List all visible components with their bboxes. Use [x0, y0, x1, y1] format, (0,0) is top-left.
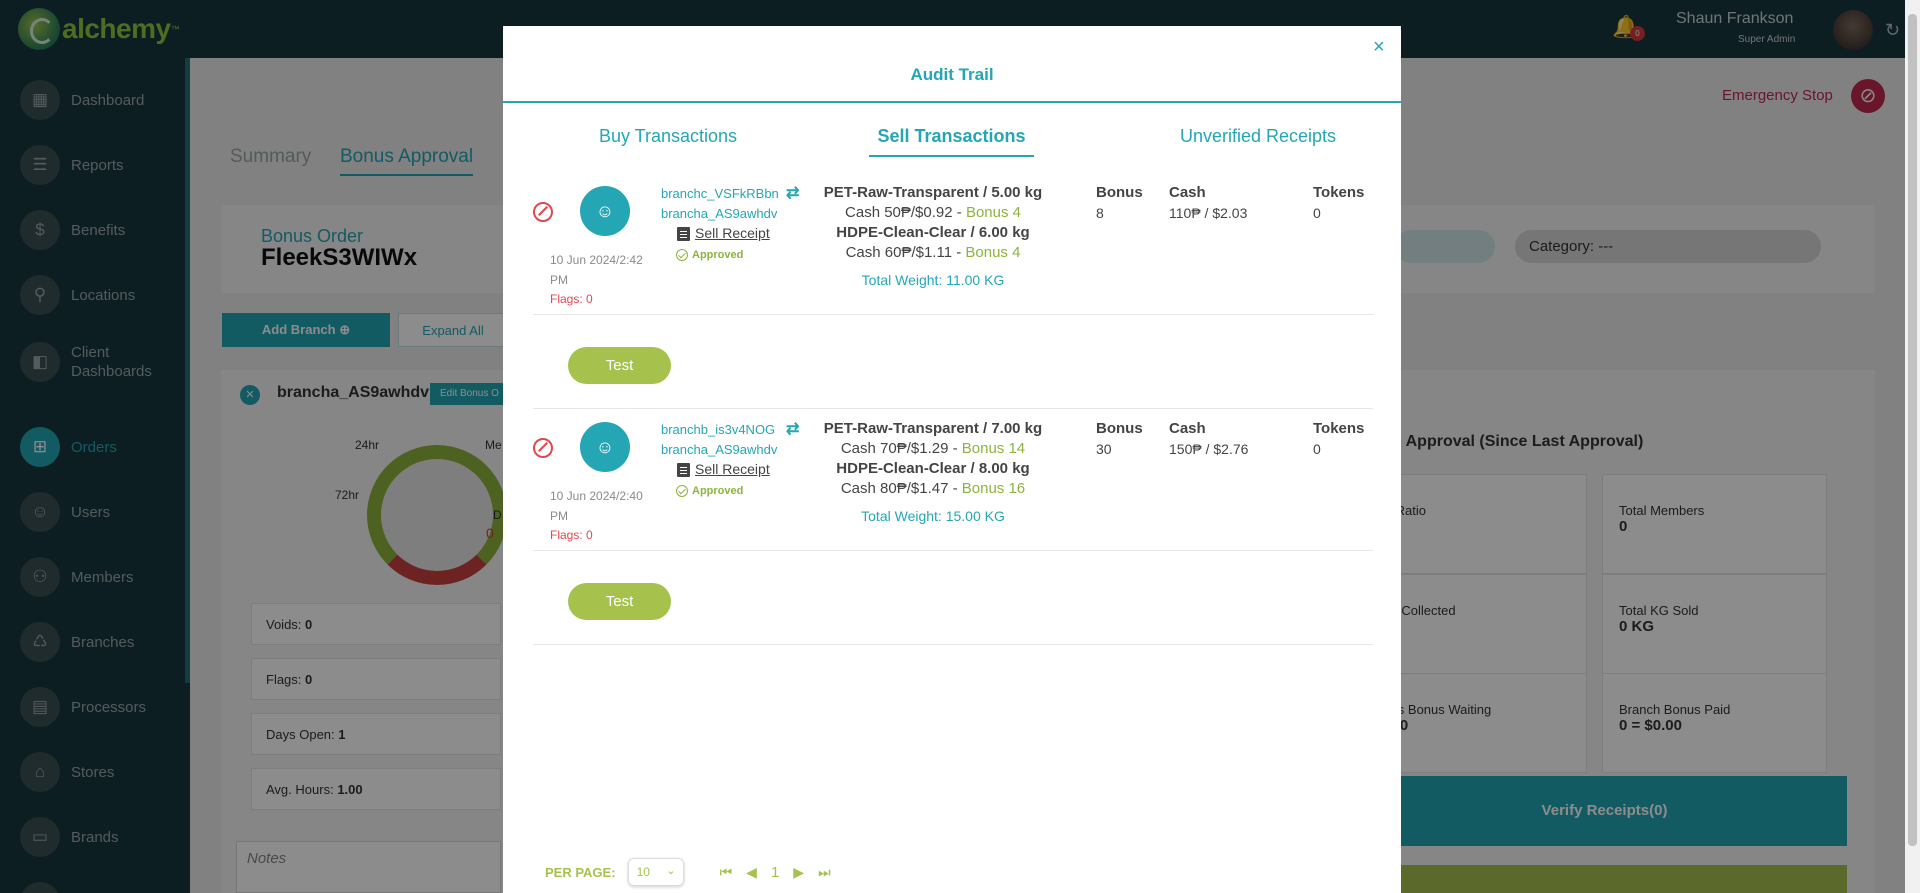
current-page[interactable]: 1	[771, 864, 779, 881]
sell-receipt-link[interactable]: Sell Receipt	[695, 225, 770, 241]
total-weight: Total Weight: 11.00 KG	[861, 272, 1005, 288]
modal-divider	[503, 101, 1401, 103]
user-icon[interactable]: ☺	[580, 186, 630, 236]
audit-trail-modal: × Audit Trail Buy Transactions Sell Tran…	[503, 26, 1401, 893]
status-badge: Approved	[692, 249, 744, 261]
tab-buy-transactions[interactable]: Buy Transactions	[583, 126, 753, 147]
bonus-header: Bonus	[1096, 184, 1143, 201]
tokens-header: Tokens	[1313, 184, 1365, 201]
chevron-down-icon: ⌄	[666, 865, 676, 877]
transaction-date: 10 Jun 2024/2:42 PM	[550, 253, 643, 287]
row-divider	[533, 550, 1373, 551]
material-name: PET-Raw-Transparent / 7.00 kg	[823, 420, 1043, 437]
row-divider	[533, 408, 1373, 409]
swap-icon: ⇄	[786, 185, 800, 202]
cash-value: 110₱ / $2.03	[1169, 205, 1248, 221]
sell-receipt-link[interactable]: Sell Receipt	[695, 461, 770, 477]
material-price: Cash 80₱/$1.47 - Bonus 16	[840, 480, 1026, 497]
receipt-icon	[677, 227, 690, 241]
source-branch-link[interactable]: branchc_VSFkRBbn	[661, 186, 779, 201]
destination-branch-link[interactable]: brancha_AS9awhdv	[661, 206, 777, 221]
check-circle-icon	[676, 249, 688, 261]
material-name: HDPE-Clean-Clear / 6.00 kg	[836, 224, 1030, 241]
row-divider	[533, 314, 1373, 315]
cash-header: Cash	[1169, 420, 1206, 437]
next-page-icon[interactable]: ▶	[793, 864, 804, 881]
tokens-value: 0	[1313, 441, 1321, 457]
bonus-value: 30	[1096, 441, 1112, 457]
void-icon[interactable]	[533, 202, 553, 222]
first-page-icon[interactable]: ⏮	[720, 864, 733, 881]
source-branch-link[interactable]: branchb_is3v4NOG	[661, 422, 775, 437]
cash-value: 150₱ / $2.76	[1169, 441, 1249, 457]
check-circle-icon	[676, 485, 688, 497]
tab-unverified-receipts[interactable]: Unverified Receipts	[1163, 126, 1353, 147]
tokens-header: Tokens	[1313, 420, 1365, 437]
per-page-label: PER PAGE:	[545, 864, 616, 880]
material-name: PET-Raw-Transparent / 5.00 kg	[823, 184, 1043, 201]
close-icon[interactable]: ×	[1373, 36, 1385, 59]
total-weight: Total Weight: 15.00 KG	[861, 508, 1005, 524]
transaction-flags: Flags: 0	[550, 292, 593, 306]
scrollbar-thumb[interactable]	[1908, 14, 1917, 846]
bonus-value: 8	[1096, 205, 1104, 221]
status-badge: Approved	[692, 485, 744, 497]
last-page-icon[interactable]: ⏭	[818, 864, 831, 881]
cash-header: Cash	[1169, 184, 1206, 201]
user-icon[interactable]: ☺	[580, 422, 630, 472]
destination-branch-link[interactable]: brancha_AS9awhdv	[661, 442, 777, 457]
active-tab-underline	[869, 155, 1034, 157]
test-button[interactable]: Test	[568, 347, 671, 384]
tab-sell-transactions[interactable]: Sell Transactions	[869, 126, 1034, 147]
material-price: Cash 60₱/$1.11 - Bonus 4	[845, 244, 1021, 261]
transaction-flags: Flags: 0	[550, 528, 593, 542]
material-price: Cash 70₱/$1.29 - Bonus 14	[840, 440, 1026, 457]
row-divider	[533, 644, 1373, 645]
material-price: Cash 50₱/$0.92 - Bonus 4	[845, 204, 1021, 221]
transaction-date: 10 Jun 2024/2:40 PM	[550, 489, 643, 523]
tokens-value: 0	[1313, 205, 1321, 221]
material-name: HDPE-Clean-Clear / 8.00 kg	[836, 460, 1030, 477]
receipt-icon	[677, 463, 690, 477]
pagination: PER PAGE: 10 ⌄ ⏮ ◀ 1 ▶ ⏭	[545, 857, 831, 887]
modal-title: Audit Trail	[910, 65, 994, 84]
bonus-header: Bonus	[1096, 420, 1143, 437]
test-button[interactable]: Test	[568, 583, 671, 620]
per-page-select[interactable]: 10 ⌄	[627, 858, 684, 886]
swap-icon: ⇄	[786, 421, 800, 438]
void-icon[interactable]	[533, 438, 553, 458]
prev-page-icon[interactable]: ◀	[746, 864, 757, 881]
